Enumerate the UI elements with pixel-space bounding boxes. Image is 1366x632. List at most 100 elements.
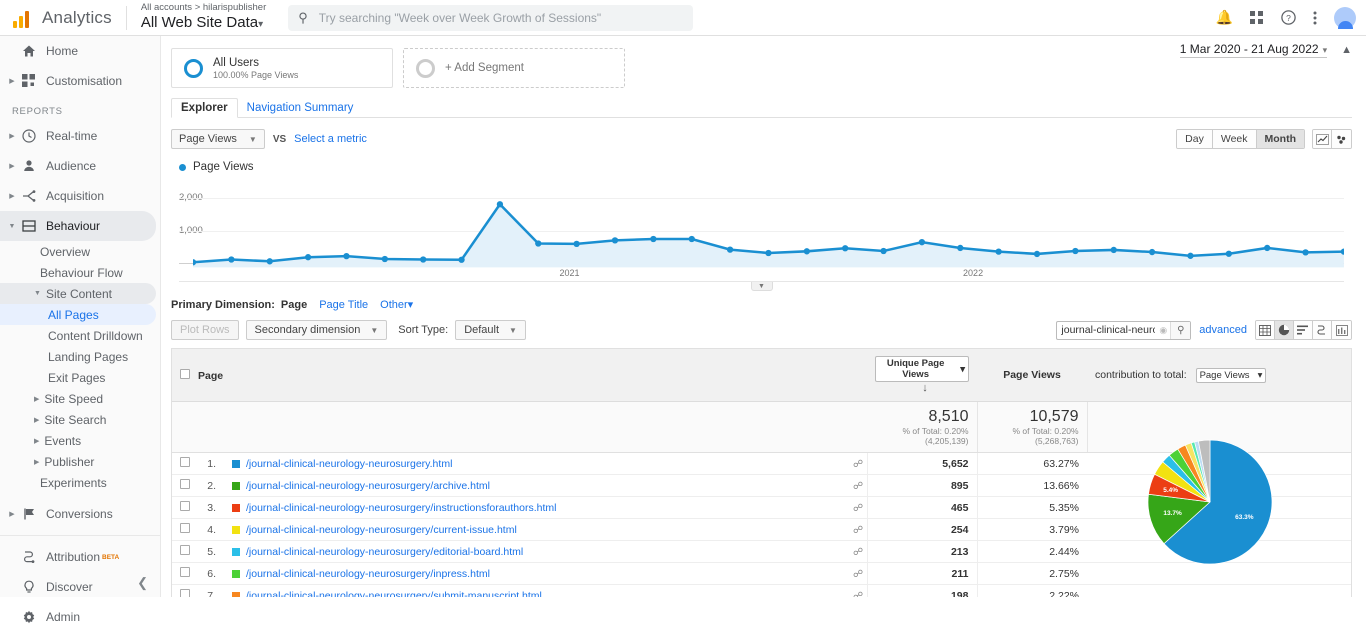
- dimension-page-title-link[interactable]: Page Title: [319, 299, 368, 311]
- select-all-checkbox[interactable]: [180, 369, 190, 379]
- performance-view-icon[interactable]: [1313, 321, 1332, 339]
- sidebar-item-events[interactable]: ▶Events: [0, 430, 160, 451]
- sidebar-item-conversions[interactable]: ▶ Conversions: [0, 499, 160, 529]
- row-checkbox[interactable]: [180, 567, 190, 577]
- row-index: 2.: [194, 475, 224, 497]
- account-selector[interactable]: All accounts > hilarispublisher All Web …: [141, 3, 266, 31]
- granularity-week[interactable]: Week: [1213, 130, 1257, 148]
- row-page: /journal-clinical-neurology-neurosurgery…: [224, 541, 845, 563]
- timeline-chart[interactable]: 2,000 1,000 2021 2022: [179, 177, 1344, 281]
- sidebar-item-attribution[interactable]: Attribution BETA: [0, 542, 160, 572]
- page-link[interactable]: /journal-clinical-neurology-neurosurgery…: [246, 502, 556, 514]
- sidebar-item-behaviour[interactable]: ▼ Behaviour: [0, 211, 156, 241]
- sort-type-select[interactable]: Default▼: [455, 320, 526, 340]
- sidebar-item-experiments[interactable]: Experiments: [0, 472, 160, 493]
- granularity-controls: Day Week Month: [1176, 129, 1352, 149]
- secondary-dimension-button[interactable]: Secondary dimension▼: [246, 320, 388, 340]
- row-checkbox[interactable]: [180, 501, 190, 511]
- sort-descending-icon[interactable]: ↓: [922, 382, 928, 394]
- granularity-month[interactable]: Month: [1257, 130, 1305, 148]
- external-link-icon[interactable]: ☍: [853, 503, 863, 514]
- page-link[interactable]: /journal-clinical-neurology-neurosurgery…: [246, 524, 517, 536]
- unique-page-views-select[interactable]: Unique Page Views▾: [875, 356, 969, 382]
- segment-all-users[interactable]: All Users 100.00% Page Views: [171, 48, 393, 88]
- view-toggle-buttons: [1255, 320, 1352, 340]
- granularity-day[interactable]: Day: [1177, 130, 1213, 148]
- scatter-chart-icon[interactable]: [1332, 130, 1351, 148]
- bar-view-icon[interactable]: [1294, 321, 1313, 339]
- sidebar-item-publisher[interactable]: ▶Publisher: [0, 451, 160, 472]
- external-link-icon[interactable]: ☍: [853, 591, 863, 598]
- pie-view-icon[interactable]: [1275, 321, 1294, 339]
- sort-type-label: Sort Type:: [398, 324, 448, 336]
- flag-icon: [18, 507, 40, 521]
- sidebar-item-all-pages[interactable]: All Pages: [0, 304, 156, 325]
- row-checkbox[interactable]: [180, 523, 190, 533]
- more-vertical-icon[interactable]: [1313, 11, 1317, 25]
- sidebar-item-exit-pages[interactable]: Exit Pages: [0, 367, 156, 388]
- pie-chart-container[interactable]: 63.3%13.7%5.4%: [1087, 423, 1351, 597]
- external-link-icon[interactable]: ☍: [853, 569, 863, 580]
- global-search[interactable]: ⚲: [288, 5, 693, 31]
- sidebar-item-discover[interactable]: Discover: [0, 572, 160, 602]
- date-range-picker[interactable]: 1 Mar 2020 - 21 Aug 2022▾: [1180, 42, 1327, 58]
- chart-resize-handle[interactable]: ▼: [751, 282, 773, 291]
- external-link-icon[interactable]: ☍: [853, 525, 863, 536]
- add-segment-button[interactable]: + Add Segment: [403, 48, 625, 88]
- sidebar-item-landing-pages[interactable]: Landing Pages: [0, 346, 156, 367]
- page-link[interactable]: /journal-clinical-neurology-neurosurgery…: [246, 590, 542, 598]
- pivot-view-icon[interactable]: [1332, 321, 1351, 339]
- external-link-icon[interactable]: ☍: [853, 459, 863, 470]
- help-icon[interactable]: ?: [1281, 10, 1296, 25]
- sidebar-item-content-drilldown[interactable]: Content Drilldown: [0, 325, 156, 346]
- table-view-icon[interactable]: [1256, 321, 1275, 339]
- row-checkbox[interactable]: [180, 589, 190, 597]
- sidebar-item-customisation[interactable]: ▶ Customisation: [0, 66, 160, 96]
- row-color-swatch: [232, 570, 240, 578]
- contribution-select[interactable]: Page Views▾: [1196, 368, 1267, 383]
- search-icon[interactable]: ⚲: [1170, 322, 1190, 339]
- sidebar-item-acquisition[interactable]: ▶ Acquisition: [0, 181, 160, 211]
- sidebar-item-site-search[interactable]: ▶Site Search: [0, 409, 160, 430]
- user-avatar[interactable]: [1334, 7, 1356, 29]
- dimension-other-link[interactable]: Other▾: [380, 299, 413, 311]
- sidebar-item-behaviour-flow[interactable]: Behaviour Flow: [0, 262, 160, 283]
- search-input[interactable]: [317, 10, 683, 26]
- external-link-icon[interactable]: ☍: [853, 481, 863, 492]
- sidebar-item-real-time[interactable]: ▶ Real-time: [0, 121, 160, 151]
- page-link[interactable]: /journal-clinical-neurology-neurosurgery…: [246, 480, 490, 492]
- collapse-panel-icon[interactable]: ▲: [1341, 44, 1352, 56]
- row-index: 1.: [194, 453, 224, 475]
- select-metric-link[interactable]: Select a metric: [294, 133, 367, 145]
- sidebar-item-site-speed[interactable]: ▶Site Speed: [0, 388, 160, 409]
- plot-rows-button[interactable]: Plot Rows: [171, 320, 239, 340]
- sidebar-collapse-button[interactable]: ❮: [137, 575, 148, 591]
- row-checkbox[interactable]: [180, 479, 190, 489]
- line-chart-icon[interactable]: [1313, 130, 1332, 148]
- sidebar-item-admin[interactable]: Admin: [0, 602, 160, 632]
- row-index: 4.: [194, 519, 224, 541]
- row-unique-page-views: 5,652: [867, 453, 977, 475]
- notifications-icon[interactable]: 🔔: [1216, 9, 1233, 26]
- row-index: 3.: [194, 497, 224, 519]
- metric-selector[interactable]: Page Views▼: [171, 129, 265, 149]
- page-link[interactable]: /journal-clinical-neurology-neurosurgery…: [246, 546, 523, 558]
- sidebar-item-site-content[interactable]: ▼Site Content: [0, 283, 156, 304]
- apps-grid-icon[interactable]: [1250, 11, 1264, 25]
- page-link[interactable]: /journal-clinical-neurology-neurosurgery…: [246, 458, 452, 470]
- table-search-input[interactable]: [1057, 324, 1159, 336]
- external-link-icon[interactable]: ☍: [853, 547, 863, 558]
- table-search[interactable]: ◉ ⚲: [1056, 321, 1191, 340]
- sidebar-item-home[interactable]: Home: [0, 36, 160, 66]
- chevron-down-icon: ▼: [509, 326, 517, 335]
- page-link[interactable]: /journal-clinical-neurology-neurosurgery…: [246, 568, 490, 580]
- tab-navigation-summary[interactable]: Navigation Summary: [238, 99, 363, 117]
- sidebar-item-audience[interactable]: ▶ Audience: [0, 151, 160, 181]
- row-checkbox[interactable]: [180, 545, 190, 555]
- advanced-link[interactable]: advanced: [1199, 324, 1247, 336]
- row-color-swatch: [232, 548, 240, 556]
- clear-icon[interactable]: ◉: [1159, 325, 1167, 336]
- sidebar-item-overview[interactable]: Overview: [0, 241, 160, 262]
- row-checkbox[interactable]: [180, 457, 190, 467]
- tab-explorer[interactable]: Explorer: [171, 98, 238, 118]
